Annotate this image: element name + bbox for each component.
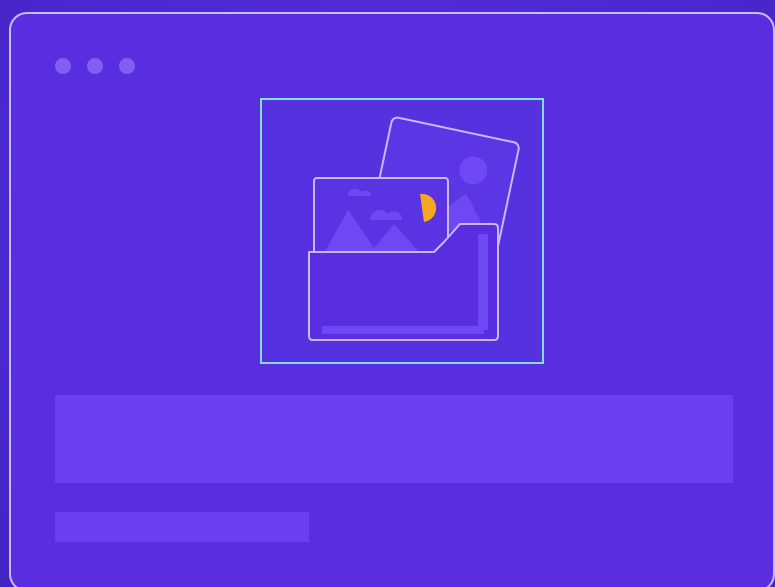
window-dot-icon[interactable] [55, 58, 71, 74]
subtitle-placeholder-bar [55, 512, 309, 542]
window-controls [55, 58, 135, 74]
image-placeholder-frame[interactable] [260, 98, 544, 364]
page-background [0, 0, 775, 587]
title-placeholder-bar [55, 395, 733, 483]
window-dot-icon[interactable] [87, 58, 103, 74]
browser-window [9, 12, 775, 587]
window-dot-icon[interactable] [119, 58, 135, 74]
folder-photos-illustration [308, 116, 520, 341]
